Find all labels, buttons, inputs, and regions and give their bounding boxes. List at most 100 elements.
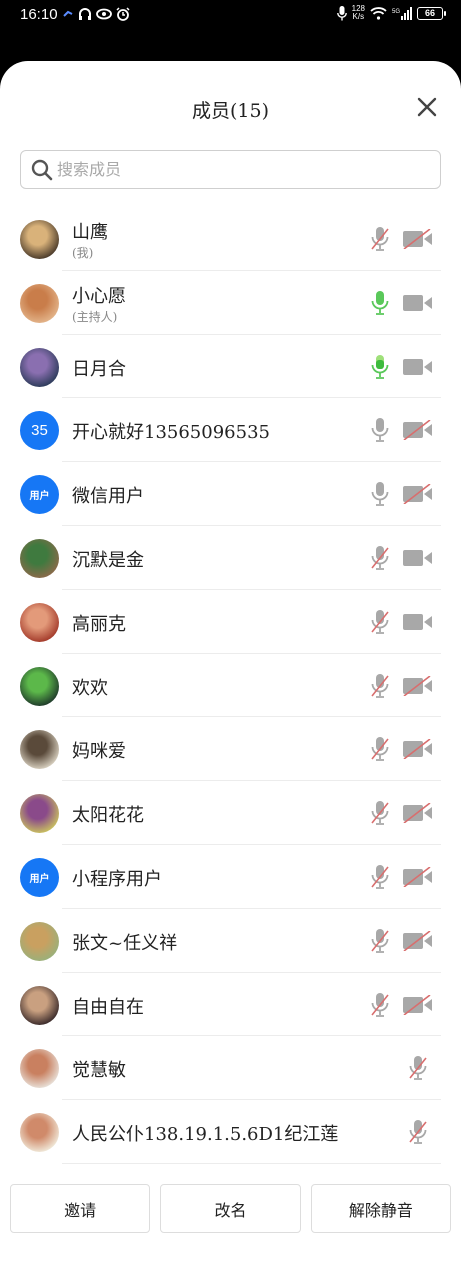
search-box[interactable] xyxy=(20,150,441,189)
microphone-status-icon xyxy=(336,5,347,20)
link-icon xyxy=(63,10,73,17)
camera-icon[interactable] xyxy=(402,293,433,313)
search-icon xyxy=(31,159,53,181)
avatar xyxy=(20,283,59,323)
member-name: 张文~任义祥 xyxy=(72,932,178,954)
camera-icon[interactable] xyxy=(402,357,433,377)
member-name: 太阳花花 xyxy=(72,805,144,827)
avatar: 35 xyxy=(20,411,59,451)
signal-icon: 5G xyxy=(392,6,412,20)
headphones-icon xyxy=(79,8,91,20)
battery-indicator: 66 xyxy=(417,6,446,20)
svg-text:5G: 5G xyxy=(392,9,400,15)
status-bar: 16:10 128 K/s 5G 66 xyxy=(0,0,461,32)
member-row[interactable]: 山鹰 (我) xyxy=(0,207,461,271)
eye-icon xyxy=(96,8,112,20)
avatar: 用户 xyxy=(20,475,59,515)
member-name: 高丽克 xyxy=(72,613,126,635)
camera-off-icon[interactable] xyxy=(402,738,433,761)
member-name: 欢欢 xyxy=(72,677,108,699)
member-name: 小心愿 xyxy=(72,285,126,307)
mic-muted-icon[interactable] xyxy=(370,609,390,635)
status-right-icons: 128 K/s 5G 66 xyxy=(336,4,446,21)
close-icon[interactable] xyxy=(415,95,439,119)
member-name: 日月合 xyxy=(72,358,126,380)
member-row[interactable]: 人民公仆138.19.1.5.6D1纪江莲 xyxy=(0,1100,461,1164)
avatar xyxy=(20,220,59,259)
member-row[interactable]: 自由自在 xyxy=(0,973,461,1037)
microphone-icon[interactable] xyxy=(370,354,390,380)
sheet-header: 成员(15) xyxy=(0,61,461,151)
camera-off-icon[interactable] xyxy=(402,228,433,250)
member-row[interactable]: 张文~任义祥 xyxy=(0,909,461,973)
avatar xyxy=(20,347,59,387)
action-bar: 邀请 改名 解除静音 xyxy=(0,1184,461,1233)
member-role: (我) xyxy=(72,246,94,260)
search-input[interactable] xyxy=(57,151,427,187)
avatar xyxy=(20,1113,59,1153)
mic-muted-icon[interactable] xyxy=(370,928,390,954)
member-row[interactable]: 日月合 xyxy=(0,335,461,399)
avatar xyxy=(20,666,59,706)
mic-muted-icon[interactable] xyxy=(370,545,390,571)
camera-off-icon[interactable] xyxy=(402,802,433,824)
member-row[interactable]: 沉默是金 xyxy=(0,526,461,590)
member-row[interactable]: 高丽克 xyxy=(0,590,461,654)
avatar xyxy=(20,921,59,961)
page-title: 成员(15) xyxy=(191,100,269,122)
rename-button[interactable]: 改名 xyxy=(160,1184,301,1233)
member-name: 沉默是金 xyxy=(72,549,144,571)
camera-off-icon[interactable] xyxy=(402,930,433,952)
member-name: 妈咪爱 xyxy=(72,741,126,763)
member-name: 自由自在 xyxy=(72,996,144,1018)
members-sheet: 成员(15) 山鹰 (我) 小心愿 (主持人) 日月合 35 开心就好13565096535… xyxy=(0,61,461,1280)
member-row[interactable]: 小心愿 (主持人) xyxy=(0,271,461,335)
member-row[interactable]: 妈咪爱 xyxy=(0,717,461,782)
mic-muted-icon[interactable] xyxy=(370,800,390,826)
camera-off-icon[interactable] xyxy=(402,674,433,697)
network-speed: 128 K/s xyxy=(351,4,365,21)
camera-icon[interactable] xyxy=(402,548,433,568)
avatar xyxy=(20,794,59,834)
microphone-icon[interactable] xyxy=(370,481,390,507)
avatar xyxy=(20,1049,59,1089)
member-row[interactable]: 觉慧敏 xyxy=(0,1036,461,1101)
mic-muted-icon[interactable] xyxy=(370,736,390,762)
mic-muted-icon[interactable] xyxy=(408,1119,428,1145)
mic-muted-icon[interactable] xyxy=(370,992,390,1018)
member-name: 人民公仆138.19.1.5.6D1纪江莲 xyxy=(72,1124,339,1146)
status-left-icons xyxy=(62,7,130,21)
member-list: 山鹰 (我) 小心愿 (主持人) 日月合 35 开心就好13565096535 用户 微信用户沉… xyxy=(0,207,461,1164)
microphone-icon[interactable] xyxy=(370,290,390,316)
mic-muted-icon[interactable] xyxy=(370,673,390,699)
member-name: 小程序用户 xyxy=(72,868,162,890)
member-row[interactable]: 欢欢 xyxy=(0,654,461,718)
member-row[interactable]: 35 开心就好13565096535 xyxy=(0,398,461,463)
row-divider xyxy=(62,1162,441,1164)
member-name: 觉慧敏 xyxy=(72,1060,126,1082)
camera-off-icon[interactable] xyxy=(402,866,433,888)
unmute-button[interactable]: 解除静音 xyxy=(310,1184,451,1233)
wifi-icon xyxy=(370,6,387,20)
avatar: 用户 xyxy=(20,857,59,897)
microphone-icon[interactable] xyxy=(370,417,390,443)
avatar xyxy=(20,538,59,578)
camera-off-icon[interactable] xyxy=(402,419,433,442)
mic-muted-icon[interactable] xyxy=(370,226,390,252)
camera-off-icon[interactable] xyxy=(402,483,433,505)
status-time: 16:10 xyxy=(20,6,58,23)
member-row[interactable]: 太阳花花 xyxy=(0,781,461,845)
camera-icon[interactable] xyxy=(402,612,433,632)
member-role: (主持人) xyxy=(72,309,118,324)
invite-button[interactable]: 邀请 xyxy=(10,1184,151,1233)
mic-muted-icon[interactable] xyxy=(370,864,390,890)
camera-off-icon[interactable] xyxy=(402,993,433,1016)
member-name: 山鹰 xyxy=(72,222,108,243)
member-row[interactable]: 用户 微信用户 xyxy=(0,462,461,526)
avatar xyxy=(20,985,59,1025)
member-row[interactable]: 用户 小程序用户 xyxy=(0,845,461,909)
avatar xyxy=(20,730,59,770)
avatar xyxy=(20,602,59,642)
mic-muted-icon[interactable] xyxy=(408,1055,428,1081)
member-name: 微信用户 xyxy=(72,486,144,508)
